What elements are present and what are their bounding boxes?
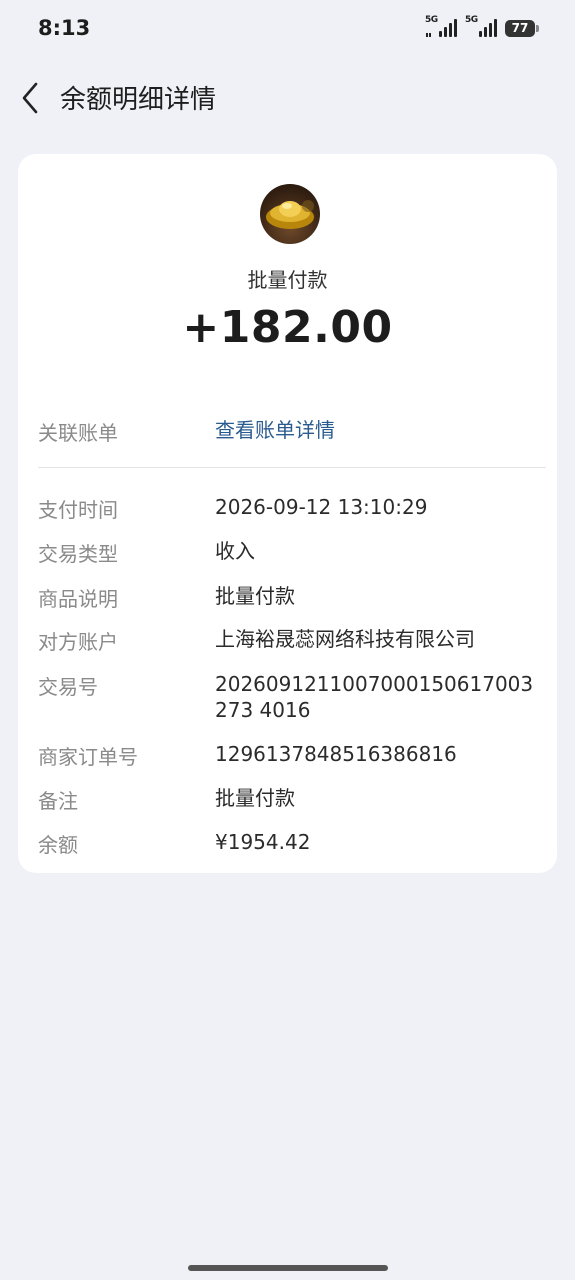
battery-icon: 77: [505, 19, 539, 37]
back-arrow-icon: [22, 82, 38, 114]
signal-icon: 5G: [425, 15, 457, 39]
txn-label: 交易号: [38, 675, 98, 699]
related-bill-label: 关联账单: [38, 421, 118, 445]
status-icons: 5G 5G 77: [425, 15, 539, 40]
signal-icon-2: 5G: [465, 15, 497, 39]
balance-value: ¥1954.42: [215, 830, 311, 854]
app-header: 余额明细详情: [0, 70, 575, 126]
desc-value: 批量付款: [215, 584, 295, 608]
pay-time-value: 2026-09-12 13:10:29: [215, 495, 428, 519]
type-label: 交易类型: [38, 542, 118, 566]
type-value: 收入: [215, 539, 255, 563]
balance-label: 余额: [38, 833, 78, 857]
merchant-name: 批量付款: [247, 268, 328, 292]
page-title: 余额明细详情: [60, 85, 217, 115]
remark-label: 备注: [38, 789, 78, 813]
status-bar: 8:13 5G 5G 77: [0, 0, 575, 60]
counterparty-label: 对方账户: [38, 630, 118, 654]
gold-ingot-icon: [266, 200, 314, 229]
back-button[interactable]: [16, 80, 48, 116]
txn-value: 2026091211007000150617003273 4016: [215, 672, 534, 722]
transaction-amount: +182.00: [182, 302, 393, 353]
order-label: 商家订单号: [38, 745, 138, 769]
view-bill-link[interactable]: 查看账单详情: [215, 417, 545, 443]
pay-time-label: 支付时间: [38, 498, 118, 522]
order-value: 1296137848516386816: [215, 742, 457, 766]
counterparty-value: 上海裕晟蕊网络科技有限公司: [215, 627, 475, 651]
home-indicator[interactable]: [188, 1265, 388, 1271]
divider: [38, 467, 546, 468]
network-type-2: 5G: [465, 15, 478, 25]
merchant-avatar: [260, 184, 320, 244]
remark-value: 批量付款: [215, 786, 295, 810]
status-time: 8:13: [38, 16, 91, 40]
network-type-1: 5G: [425, 15, 438, 25]
detail-card: 批量付款 +182.00 关联账单 查看账单详情 支付时间 2026-09-12…: [18, 154, 557, 873]
desc-label: 商品说明: [38, 587, 118, 611]
